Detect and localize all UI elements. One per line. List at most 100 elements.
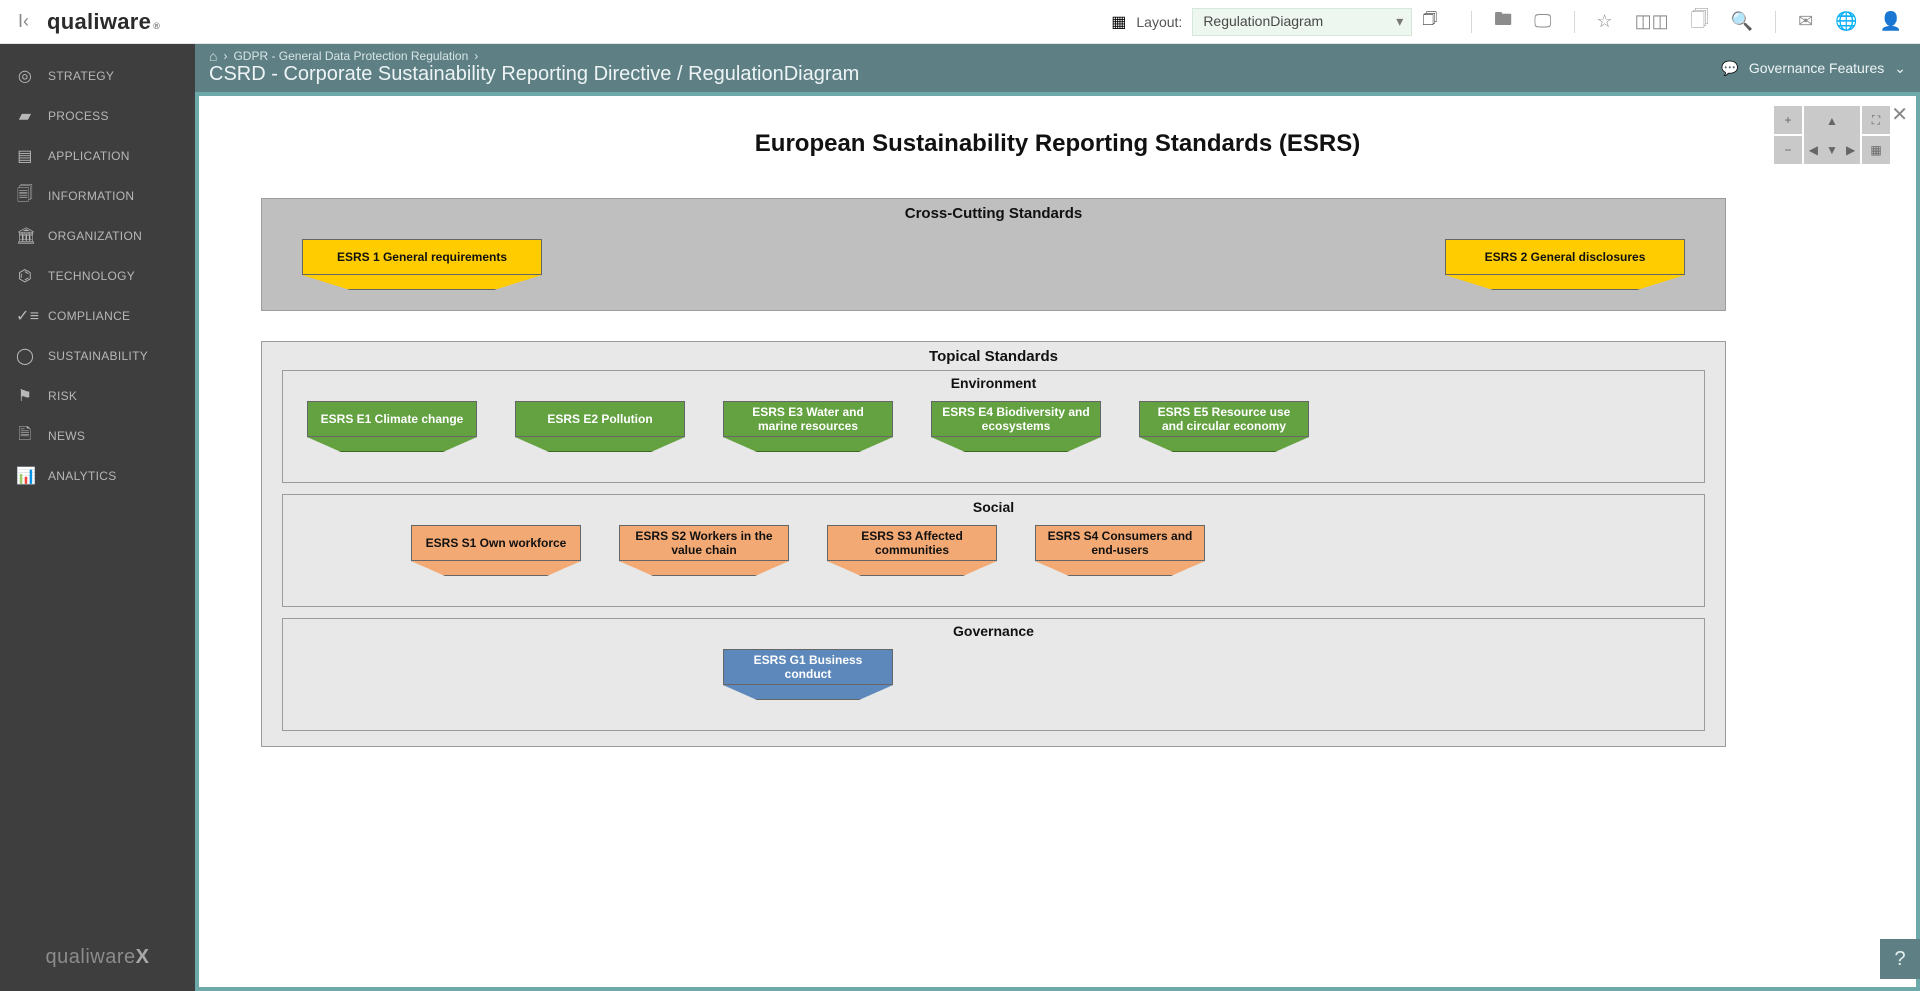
diagram-title: European Sustainability Reporting Standa… [199,130,1916,158]
news-icon: 🗎 [16,423,34,450]
close-icon[interactable]: ✕ [1891,102,1908,127]
node-e4[interactable]: ESRS E4 Biodiversity and ecosystems [931,401,1101,437]
section-topical: Topical Standards Environment ESRS E1 Cl… [261,341,1726,747]
sidebar-item-label: STRATEGY [48,69,114,83]
layout-selector-group: ▦ Layout: RegulationDiagram ▾ 🗇 [1111,8,1437,36]
folder-icon[interactable]: 🖿 [1494,7,1512,37]
section-cross-cutting: Cross-Cutting Standards ESRS 1 General r… [261,198,1726,311]
flag-icon: ⚑ [16,386,34,406]
sidebar-item-sustainability[interactable]: ◯ SUSTAINABILITY [0,336,195,376]
sidebar-item-label: TECHNOLOGY [48,269,135,283]
sidebar-item-application[interactable]: ▤ APPLICATION [0,136,195,176]
node-s3[interactable]: ESRS S3 Affected communities [827,525,997,561]
grid-button[interactable]: ▦ [1862,136,1890,164]
layout-select[interactable]: RegulationDiagram ▾ [1192,8,1412,36]
sidebar-item-label: RISK [48,389,77,403]
subsection-governance: Governance ESRS G1 Business conduct [282,618,1705,731]
sidebar-item-label: APPLICATION [48,149,130,163]
topbar: I‹ qualiware ® ▦ Layout: RegulationDiagr… [0,0,1920,44]
node-label: ESRS 1 General requirements [337,250,507,264]
sidebar-item-information[interactable]: 🗐 INFORMATION [0,176,195,216]
sidebar: ◎ STRATEGY ▰ PROCESS ▤ APPLICATION 🗐 INF… [0,0,195,991]
layout-grid-icon[interactable]: ▦ [1111,12,1126,32]
node-esrs2[interactable]: ESRS 2 General disclosures [1445,239,1685,275]
chevron-right-icon: › [474,49,478,63]
pan-up-button[interactable]: ▲ [1823,114,1842,128]
node-label: ESRS E1 Climate change [321,412,464,426]
search-icon[interactable]: 🔍 [1731,11,1753,32]
brand-footer-prefix: qualiware [46,946,136,968]
stack-icon[interactable]: 🗇 [1422,8,1437,35]
sidebar-item-label: SUSTAINABILITY [48,349,148,363]
sidebar-item-strategy[interactable]: ◎ STRATEGY [0,56,195,96]
globe-icon[interactable]: 🌐 [1835,11,1857,32]
chevron-down-icon: ▾ [1396,13,1403,30]
node-e2[interactable]: ESRS E2 Pollution [515,401,685,437]
sidebar-item-risk[interactable]: ⚑ RISK [0,376,195,416]
brand-logo[interactable]: qualiware ® [47,9,160,35]
node-label: ESRS G1 Business conduct [732,653,884,681]
zoom-out-button[interactable]: − [1774,136,1802,164]
node-s1[interactable]: ESRS S1 Own workforce [411,525,581,561]
chevron-right-icon: › [223,49,227,63]
help-button[interactable]: ? [1880,939,1920,979]
analytics-icon: 📊 [16,466,34,486]
sidebar-item-label: ORGANIZATION [48,229,142,243]
page-header: ⌂ › GDPR - General Data Protection Regul… [195,44,1920,92]
node-label: ESRS E3 Water and marine resources [732,405,884,433]
chevron-down-icon: ⌄ [1894,60,1906,77]
diagram-canvas[interactable]: ✕ + ▲ ◀▼▶ ⛶ − ▦ European Sustainability … [199,96,1916,987]
divider [1775,11,1776,33]
node-label: ESRS E5 Resource use and circular econom… [1148,405,1300,433]
sidebar-list: ◎ STRATEGY ▰ PROCESS ▤ APPLICATION 🗐 INF… [0,56,195,496]
sidebar-item-compliance[interactable]: ✓≡ COMPLIANCE [0,296,195,336]
node-label: ESRS S1 Own workforce [426,536,567,550]
node-s4[interactable]: ESRS S4 Consumers and end-users [1035,525,1205,561]
node-s2[interactable]: ESRS S2 Workers in the value chain [619,525,789,561]
fit-button[interactable]: ⛶ [1862,106,1890,134]
governance-features-button[interactable]: 💬 Governance Features ⌄ [1721,44,1906,92]
node-label: ESRS S4 Consumers and end-users [1044,529,1196,557]
subsection-title: Environment [283,371,1704,391]
canvas-container: ✕ + ▲ ◀▼▶ ⛶ − ▦ European Sustainability … [195,92,1920,991]
breadcrumb: ⌂ › GDPR - General Data Protection Regul… [209,48,478,64]
subsection-environment: Environment ESRS E1 Climate change ESRS … [282,370,1705,483]
star-icon[interactable]: ☆ [1597,11,1613,32]
sidebar-item-label: PROCESS [48,109,109,123]
zoom-in-button[interactable]: + [1774,106,1802,134]
direction-pad[interactable]: ▲ ◀▼▶ [1804,106,1860,164]
divider [1574,11,1575,33]
node-label: ESRS S2 Workers in the value chain [628,529,780,557]
node-e5[interactable]: ESRS E5 Resource use and circular econom… [1139,401,1309,437]
sidebar-item-analytics[interactable]: 📊 ANALYTICS [0,456,195,496]
home-icon[interactable]: ⌂ [209,48,217,64]
pan-right-button[interactable]: ▶ [1841,143,1860,157]
sidebar-item-news[interactable]: 🗎 NEWS [0,416,195,456]
user-icon[interactable]: 👤 [1880,11,1902,32]
comment-icon: 💬 [1721,60,1738,77]
sidebar-item-process[interactable]: ▰ PROCESS [0,96,195,136]
sidebar-collapse-button[interactable]: I‹ [18,11,29,32]
pan-down-button[interactable]: ▼ [1823,143,1842,157]
app-icon: ▤ [16,146,34,166]
node-g1[interactable]: ESRS G1 Business conduct [723,649,893,685]
breadcrumb-parent[interactable]: GDPR - General Data Protection Regulatio… [233,49,468,63]
layout-select-value: RegulationDiagram [1203,13,1323,29]
target-icon: ◎ [16,66,34,86]
sidebar-item-organization[interactable]: 🏛 ORGANIZATION [0,216,195,256]
mail-icon[interactable]: ✉ [1798,11,1813,32]
node-e1[interactable]: ESRS E1 Climate change [307,401,477,437]
compare-icon[interactable]: ◫◫ [1635,11,1669,32]
layout-label: Layout: [1136,14,1182,30]
navigator-pad[interactable]: + ▲ ◀▼▶ ⛶ − ▦ [1774,106,1890,164]
copy-icon[interactable]: 🗍 [1691,7,1709,37]
pan-left-button[interactable]: ◀ [1804,143,1823,157]
presentation-icon[interactable]: 🖵 [1534,11,1551,32]
sidebar-item-technology[interactable]: ⌬ TECHNOLOGY [0,256,195,296]
node-esrs1[interactable]: ESRS 1 General requirements [302,239,542,275]
divider [1471,11,1472,33]
node-e3[interactable]: ESRS E3 Water and marine resources [723,401,893,437]
doc-icon: 🗐 [16,183,34,210]
subsection-social: Social ESRS S1 Own workforce ESRS S2 Wor… [282,494,1705,607]
node-label: ESRS 2 General disclosures [1485,250,1646,264]
